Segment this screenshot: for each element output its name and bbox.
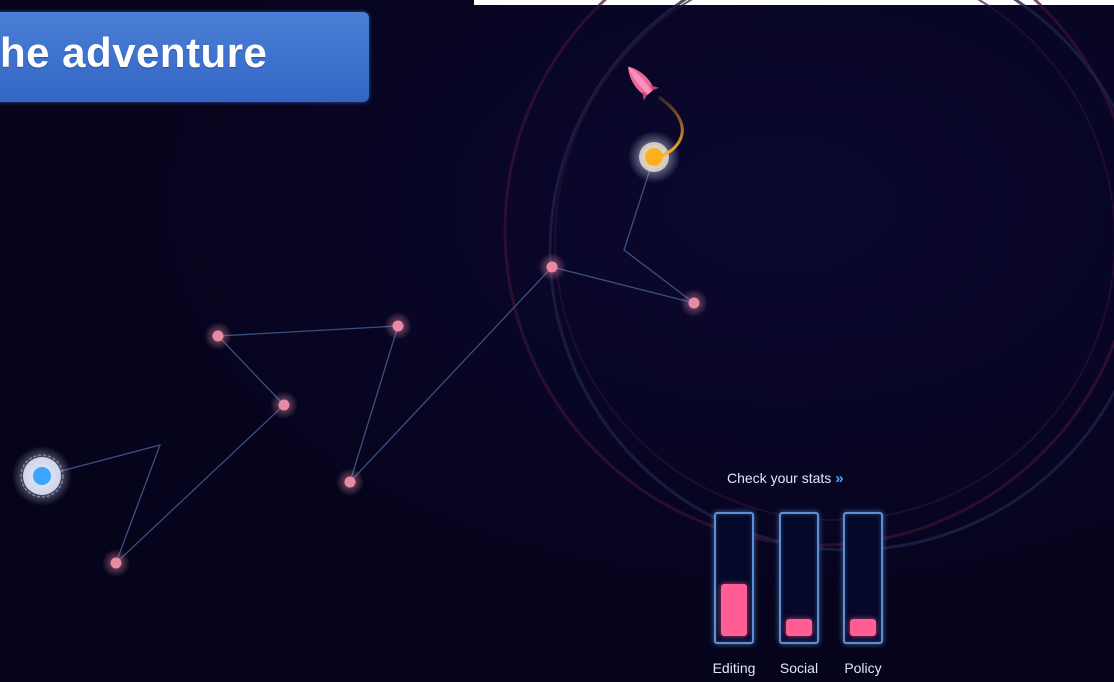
- map-node[interactable]: [204, 322, 232, 350]
- banner-title: he adventure: [0, 29, 268, 76]
- stat-bar-fill: [721, 584, 747, 636]
- game-stage: he adventure Check your stats» Editing S…: [0, 0, 1114, 682]
- stat-label-policy: Policy: [844, 660, 882, 676]
- stat-bar-policy[interactable]: [843, 512, 883, 644]
- map-node[interactable]: [538, 253, 566, 281]
- stat-label-social: Social: [779, 660, 819, 676]
- constellation-map: [12, 0, 1114, 577]
- start-node[interactable]: [12, 446, 72, 506]
- stat-bar-fill: [850, 619, 876, 636]
- stats-panel: Check your stats» Editing Social Policy: [700, 466, 900, 682]
- node-layer: [12, 131, 708, 577]
- stat-bar-fill: [786, 619, 812, 636]
- current-node[interactable]: [628, 131, 680, 183]
- double-chevron-right-icon: »: [835, 470, 844, 487]
- stat-bar-editing[interactable]: [714, 512, 754, 644]
- map-node[interactable]: [270, 391, 298, 419]
- check-stats-label: Check your stats: [727, 470, 832, 486]
- map-node[interactable]: [102, 549, 130, 577]
- check-stats-link[interactable]: Check your stats»: [727, 470, 844, 487]
- map-node[interactable]: [336, 468, 364, 496]
- stat-bar-social[interactable]: [779, 512, 819, 644]
- rocket-icon: [628, 66, 659, 101]
- constellation-path: [41, 156, 695, 564]
- stat-label-editing: Editing: [712, 660, 756, 676]
- map-node[interactable]: [384, 312, 412, 340]
- adventure-banner[interactable]: he adventure: [0, 12, 369, 102]
- map-node[interactable]: [680, 289, 708, 317]
